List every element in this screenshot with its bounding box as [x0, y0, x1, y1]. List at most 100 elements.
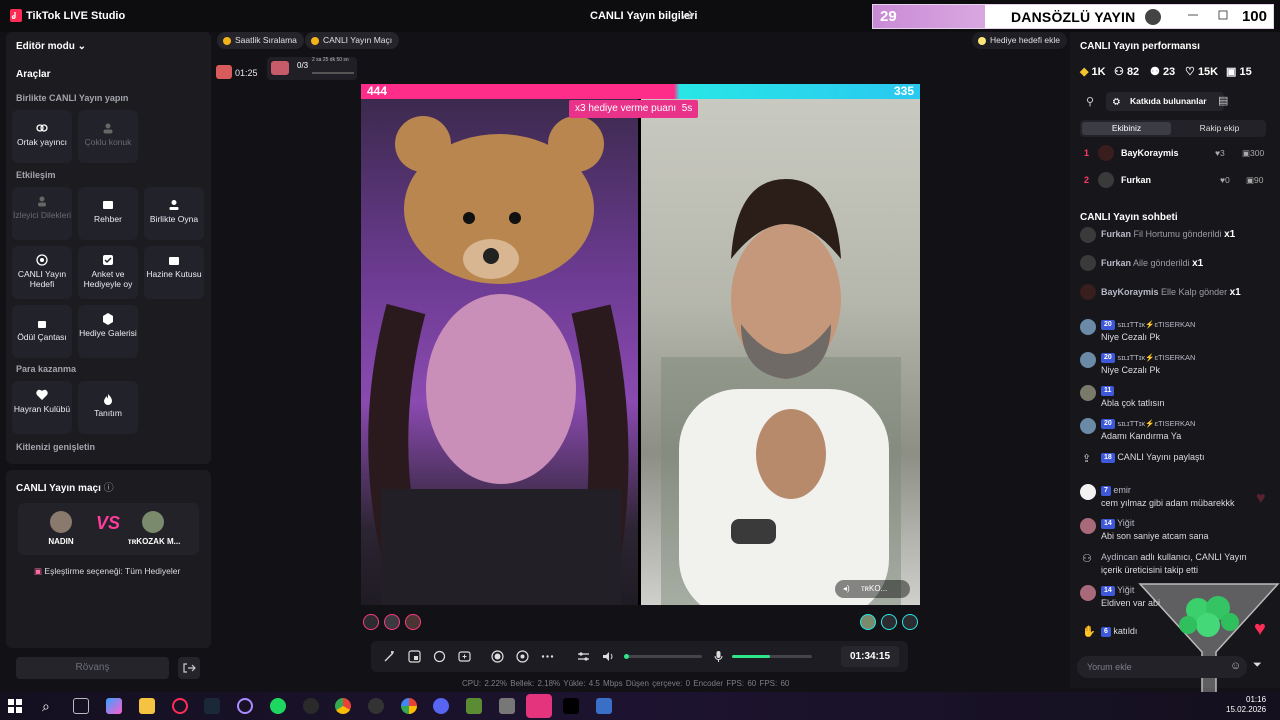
reward-bag-button[interactable]: Ödül Çantası	[12, 305, 72, 358]
more-icon[interactable]	[541, 650, 554, 663]
stream-overlay-bar: 29 DANSÖZLÜ YAYIN 100	[872, 4, 1274, 29]
exit-match-icon[interactable]	[178, 657, 200, 679]
layout-icon[interactable]	[408, 650, 421, 663]
speaker-volume-slider[interactable]	[624, 654, 702, 659]
copilot-icon[interactable]	[106, 698, 122, 714]
like-heart-icon[interactable]: ♥	[1254, 618, 1266, 641]
rank-avatar[interactable]	[1098, 145, 1114, 161]
play-together-button[interactable]: Birlikte Oyna	[144, 187, 204, 240]
contributors-button[interactable]: ⛭ Katkıda bulunanlar	[1106, 92, 1224, 111]
tiktok-icon[interactable]	[563, 698, 579, 714]
viewer-wishes-button[interactable]: İzleyici Dilekleri	[12, 187, 72, 240]
filter-icon[interactable]: ⏷	[1253, 659, 1262, 672]
obs-icon[interactable]	[368, 698, 384, 714]
microphone-icon[interactable]	[712, 650, 725, 663]
rematch-button[interactable]: Rövanş	[16, 657, 169, 679]
rank-likes: ♥3	[1215, 148, 1225, 158]
guide-button[interactable]: Rehber	[78, 187, 138, 240]
promote-label: Tanıtım	[94, 408, 122, 418]
magic-wand-icon[interactable]	[383, 650, 396, 663]
windows-start-icon[interactable]	[8, 699, 22, 713]
chevron-down-icon: ⌄	[77, 41, 87, 52]
help-icon[interactable]: ⓘ	[104, 483, 114, 494]
app-icon[interactable]	[237, 698, 253, 714]
minecraft-icon[interactable]	[466, 698, 482, 714]
chest-icon	[169, 257, 179, 265]
chrome-icon[interactable]	[335, 698, 351, 714]
spotify-icon[interactable]	[270, 698, 286, 714]
comment-input[interactable]: Yorum ekle	[1077, 656, 1247, 678]
rank-gifts: ▣300	[1242, 148, 1264, 159]
speaker-icon[interactable]	[602, 650, 615, 663]
maximize-icon[interactable]	[1216, 8, 1230, 22]
file-explorer-icon[interactable]	[139, 698, 155, 714]
emoji-icon[interactable]: ☺	[1230, 660, 1241, 672]
mute-icon[interactable]: ◂)	[843, 580, 850, 598]
performance-title: CANLI Yayın performansı	[1080, 41, 1200, 52]
tiktok-live-studio-taskbar-icon[interactable]	[526, 694, 552, 718]
goal-progress-card[interactable]: 0/3 2 sa 25 dk 50 sn	[267, 57, 357, 80]
viewer-avatar[interactable]	[881, 614, 897, 630]
viewer-avatar[interactable]	[902, 614, 918, 630]
metric-likes-value: 15K	[1197, 66, 1219, 78]
add-gift-goal-chip[interactable]: Hediye hedefi ekle	[972, 32, 1067, 49]
rank-avatar[interactable]	[1098, 172, 1114, 188]
speaker-volume-knob[interactable]	[624, 654, 629, 659]
hourly-rank-chip[interactable]: Saatlik Sıralama	[217, 32, 304, 49]
effects-icon[interactable]	[433, 650, 446, 663]
tab-your-team[interactable]: Ekibiniz	[1082, 122, 1171, 135]
treasure-box-icon[interactable]	[216, 65, 232, 79]
settings-sliders-icon[interactable]	[577, 650, 590, 663]
live-goal-button[interactable]: CANLI Yayın Hedefi	[12, 246, 72, 299]
chat-text: Adamı Kandırma Ya	[1101, 431, 1182, 441]
chat-avatar	[1080, 319, 1096, 335]
share-icon[interactable]	[682, 9, 694, 21]
list-icon[interactable]: ▤	[1218, 94, 1232, 108]
opera-icon[interactable]	[172, 698, 188, 714]
app-icon[interactable]	[303, 698, 319, 714]
search-icon[interactable]: ⌕	[42, 698, 50, 715]
treasure-box-button[interactable]: Hazine Kutusu	[144, 246, 204, 299]
level-badge: 18	[1101, 452, 1115, 463]
viewer-avatar[interactable]	[860, 614, 876, 630]
app-icon[interactable]	[596, 698, 612, 714]
metric-viewers-value: 82	[1126, 66, 1140, 78]
promote-button[interactable]: Tanıtım	[78, 381, 138, 434]
discord-icon[interactable]	[433, 698, 449, 714]
multi-guest-button[interactable]: Çoklu konuk	[78, 110, 138, 163]
mic-volume-slider[interactable]	[732, 655, 812, 658]
camera-icon[interactable]	[516, 650, 529, 663]
gift-event: Furkan Fil Hortumu gönderildi x1	[1101, 228, 1235, 241]
viewer-avatar[interactable]	[384, 614, 400, 630]
app-icon[interactable]	[499, 698, 515, 714]
level-badge: 20	[1101, 418, 1115, 429]
task-view-icon[interactable]	[73, 698, 89, 714]
opponent-tag[interactable]: ◂) ᴛʀKO...	[835, 580, 910, 598]
co-host-button[interactable]: Ortak yayıncı	[12, 110, 72, 163]
viewer-avatar[interactable]	[405, 614, 421, 630]
gift-count: x1	[1192, 258, 1204, 269]
add-source-icon[interactable]	[458, 650, 471, 663]
fan-club-button[interactable]: Hayran Kulübü	[12, 381, 72, 434]
gift-gallery-button[interactable]: Hediye Galerisi	[78, 305, 138, 358]
editor-mode-dropdown[interactable]: Editör modu ⌄	[16, 41, 86, 52]
join-event-icon: ✋	[1082, 626, 1096, 638]
steam-icon[interactable]	[204, 698, 220, 714]
like-heart-icon: ♥	[1256, 490, 1266, 507]
tab-rival-team[interactable]: Rakip ekip	[1175, 122, 1264, 135]
level-badge: 7	[1101, 485, 1111, 496]
goal-progress-label: 0/3	[297, 61, 309, 70]
record-icon[interactable]	[491, 650, 504, 663]
viewer-avatar[interactable]	[363, 614, 379, 630]
live-match-panel: CANLI Yayın maçı ⓘ NADIN VS ᴛʀKOZAK M...…	[6, 470, 211, 648]
chat-user: ꜱɪʟɪTTɪᴋ⚡ɛTISERKAN	[1117, 320, 1196, 329]
live-goal-label: CANLI Yayın Hedefi	[17, 269, 67, 289]
poll-button[interactable]: Anket ve Hediyeyle oy	[78, 246, 138, 299]
poll-label: Anket ve Hediyeyle oy	[83, 269, 133, 289]
app-icon[interactable]	[401, 698, 417, 714]
live-match-chip[interactable]: CANLI Yayın Maçı	[305, 32, 400, 49]
section-engage: Etkileşim	[16, 170, 56, 180]
person-settings-icon[interactable]: ⚲	[1086, 95, 1100, 109]
minimize-icon[interactable]	[1186, 8, 1200, 22]
gallery-icon	[103, 313, 113, 325]
